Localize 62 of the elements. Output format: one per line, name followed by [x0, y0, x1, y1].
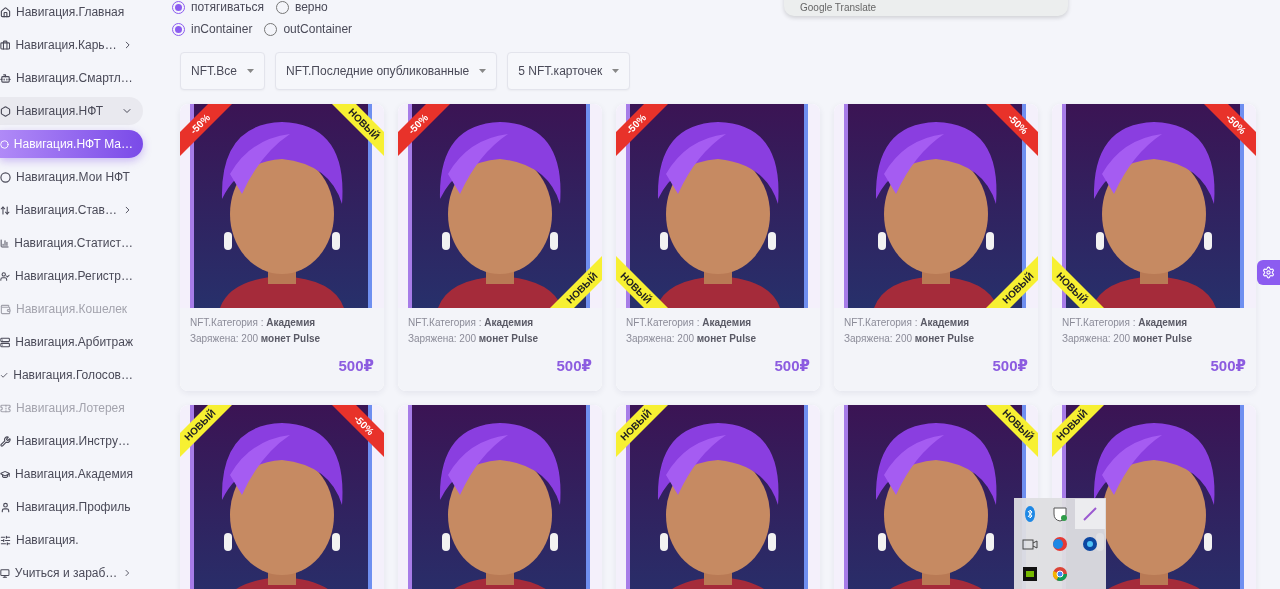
- nav-icon: [0, 402, 11, 414]
- nav-icon: [0, 138, 9, 150]
- charge-text: Заряжена: 200 монет Pulse: [190, 333, 322, 344]
- price: 500₽: [556, 357, 592, 375]
- filter-dropdown[interactable]: NFT.Все: [180, 52, 265, 90]
- sidebar-item[interactable]: Навигация.Карь…: [0, 31, 143, 59]
- sidebar-item[interactable]: Навигация.Мои НФТ: [0, 163, 143, 191]
- sidebar-item[interactable]: Навигация.Статист…: [0, 229, 143, 257]
- filter-dropdown[interactable]: NFT.Последние опубликованные: [275, 52, 498, 90]
- pen-icon[interactable]: [1075, 499, 1105, 529]
- price: 500₽: [774, 357, 810, 375]
- sidebar-item[interactable]: Навигация.Регистр…: [0, 262, 143, 290]
- sidebar-item[interactable]: Навигация.Смартл…: [0, 64, 143, 92]
- price: 500₽: [992, 357, 1028, 375]
- caret-icon: [479, 69, 487, 73]
- charge-text: Заряжена: 200 монет Pulse: [844, 333, 976, 344]
- category-text: NFT.Категория : Академия: [626, 317, 753, 328]
- popup-text: Google Translate: [800, 2, 877, 13]
- nav-icon: [0, 6, 11, 18]
- category-text: NFT.Категория : Академия: [1062, 317, 1189, 328]
- price: 500₽: [338, 357, 374, 375]
- sidebar-item[interactable]: Навигация.НФТ Ма…: [0, 130, 143, 158]
- filter-dropdown[interactable]: 5 NFT.карточек: [507, 52, 631, 90]
- sidebar-item[interactable]: Учиться и зараб…: [0, 559, 143, 587]
- sidebar-item[interactable]: Навигация.Главная: [0, 0, 143, 26]
- radio-option[interactable]: outContainer: [264, 22, 353, 36]
- price: 500₽: [1210, 357, 1246, 375]
- sidebar-item[interactable]: Навигация.НФТ: [0, 97, 143, 125]
- nav-icon: [0, 72, 11, 84]
- sidebar-item[interactable]: Навигация.Арбитраж: [0, 328, 143, 356]
- sidebar-item[interactable]: Навигация.Профиль: [0, 493, 143, 521]
- sidebar-item[interactable]: Навигация.Инстру…: [0, 427, 143, 455]
- nav-icon: [0, 105, 11, 117]
- caret-icon: [247, 69, 254, 73]
- nav-icon: [0, 39, 11, 51]
- nav-icon: [0, 534, 11, 546]
- radio-option[interactable]: верно: [275, 0, 328, 14]
- caret-icon: [612, 69, 620, 73]
- nav-icon: [0, 435, 11, 447]
- nav-icon: [0, 270, 10, 282]
- nav-icon: [0, 468, 11, 480]
- sidebar-item[interactable]: Навигация.Голосов…: [0, 361, 143, 389]
- category-text: NFT.Категория : Академия: [408, 317, 535, 328]
- nav-icon: [0, 303, 11, 315]
- charge-text: Заряжена: 200 монет Pulse: [1062, 333, 1194, 344]
- charge-text: Заряжена: 200 монет Pulse: [408, 333, 540, 344]
- category-text: NFT.Категория : Академия: [190, 317, 317, 328]
- radio-option[interactable]: inContainer: [172, 22, 253, 36]
- gear-icon: [1262, 266, 1275, 279]
- nav-icon: [0, 567, 10, 579]
- settings-button[interactable]: [1257, 260, 1280, 285]
- nav-icon: [0, 171, 11, 183]
- radio-option[interactable]: потягиваться: [172, 0, 264, 14]
- charge-text: Заряжена: 200 монет Pulse: [626, 333, 758, 344]
- nav-icon: [0, 204, 11, 216]
- nav-icon: [0, 237, 10, 249]
- sidebar-item[interactable]: Навигация.Став…: [0, 196, 143, 224]
- nav-icon: [0, 501, 11, 513]
- nav-icon: [0, 336, 11, 348]
- category-text: NFT.Категория : Академия: [844, 317, 971, 328]
- sidebar-item[interactable]: Навигация.: [0, 526, 143, 554]
- sidebar-item[interactable]: Навигация.Академия: [0, 460, 143, 488]
